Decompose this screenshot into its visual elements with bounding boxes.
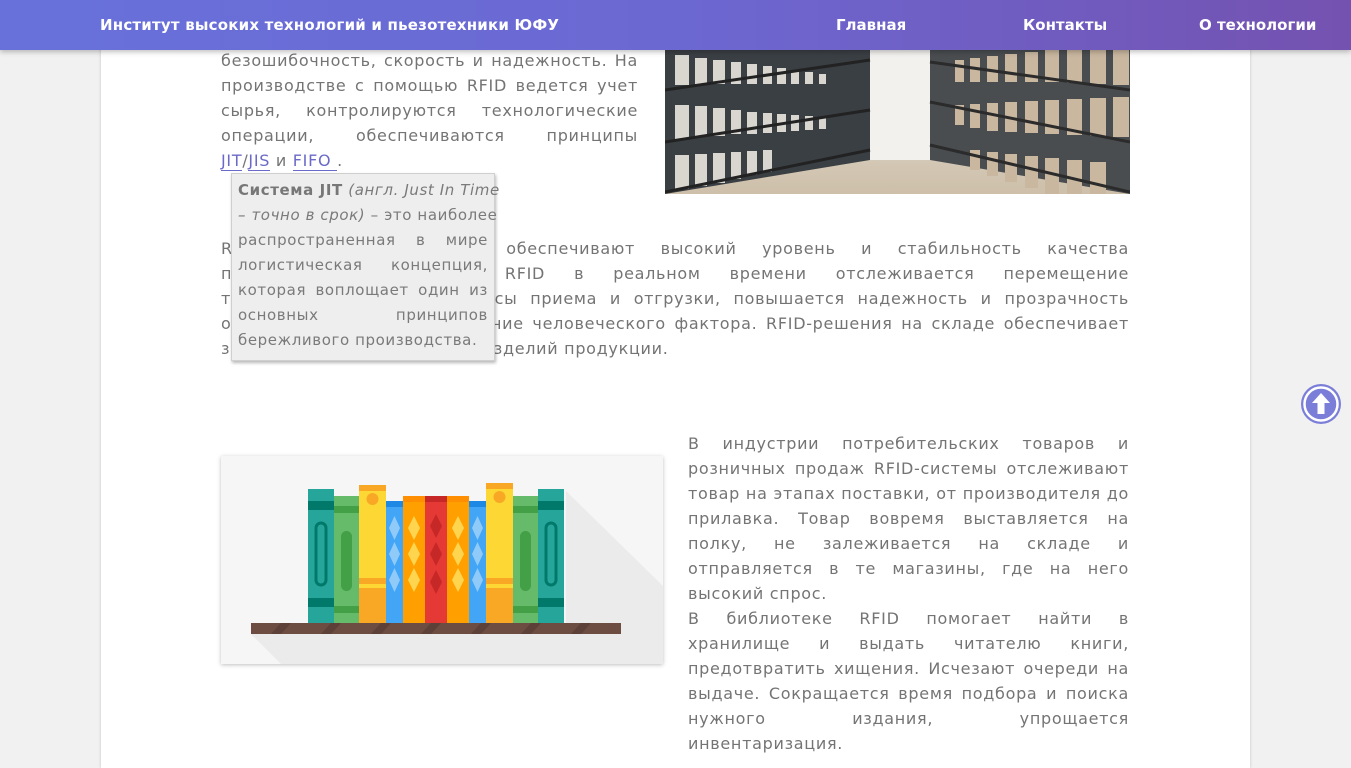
- paragraph-line: хранилище и выдать читателю книги,: [688, 634, 1129, 653]
- paragraph-line: сырья, контролируются технологические: [221, 101, 638, 120]
- paragraph-line: полку, не залеживается на складе и: [688, 534, 1129, 553]
- tooltip-line: распространенная в мире: [238, 231, 488, 249]
- jis-link[interactable]: JIS: [248, 151, 271, 171]
- paragraph-line: инвентаризация.: [688, 734, 844, 753]
- nav-home[interactable]: Главная: [836, 16, 906, 34]
- paragraph-line: В индустрии потребительских товаров и: [688, 434, 1129, 453]
- tooltip-line: бережливого производства.: [238, 331, 478, 349]
- warehouse-shelves-image: [665, 50, 1130, 194]
- jit-tooltip: Система JIT (англ. Just In Time – точно …: [231, 173, 499, 361]
- paragraph-line: высокий спрос.: [688, 584, 828, 603]
- paragraph-line: В библиотеке RFID помогает найти в: [688, 609, 1129, 628]
- top-navbar: Институт высоких технологий и пьезотехни…: [0, 0, 1351, 50]
- tooltip-line: логистическая концепция,: [238, 256, 488, 274]
- paragraph-line: JIT/JIS и FIFO .: [221, 148, 638, 173]
- books-illustration: [221, 456, 663, 664]
- paragraph-line: отправляется в те магазины, где на него: [688, 559, 1129, 578]
- fifo-link[interactable]: FIFO: [292, 151, 338, 171]
- tooltip-term: Система JIT: [238, 181, 343, 199]
- paragraph-line: производстве с помощью RFID ведется учет: [221, 76, 638, 95]
- tooltip-italic: (англ. Just In Time: [348, 181, 500, 199]
- tooltip-line: основных принципов: [238, 306, 488, 324]
- paragraph-line: розничных продаж RFID-системы отслеживаю…: [688, 459, 1129, 478]
- paragraph-line: операции, обеспечиваются принципы: [221, 126, 638, 145]
- retail-paragraph: В индустрии потребительских товаров и ро…: [688, 431, 1129, 606]
- library-paragraph: В библиотеке RFID помогает найти в храни…: [688, 606, 1129, 756]
- paragraph-line: предотвратить хищения. Исчезают очереди …: [688, 659, 1129, 678]
- scroll-to-top-button[interactable]: [1301, 384, 1341, 424]
- production-paragraph: безошибочность, скорость и надежность. Н…: [221, 48, 638, 173]
- and-text: и: [270, 151, 293, 170]
- paragraph-line: безошибочность, скорость и надежность. Н…: [221, 51, 638, 70]
- paragraph-line: прилавка. Товар вовремя выставляется на: [688, 509, 1129, 528]
- tooltip-text: – это наиболее: [365, 206, 498, 224]
- arrow-up-circle-icon: [1303, 386, 1339, 422]
- nav-contacts[interactable]: Контакты: [1023, 16, 1107, 34]
- paragraph-line: товар на этапах поставки, от производите…: [688, 484, 1129, 503]
- paragraph-line: нужного издания, упрощается: [688, 709, 1129, 728]
- paragraph-line: выдаче. Сокращается время подбора и поис…: [688, 684, 1129, 703]
- nav-about-technology[interactable]: О технологии: [1199, 16, 1316, 34]
- site-title[interactable]: Институт высоких технологий и пьезотехни…: [100, 16, 559, 34]
- tooltip-line: которая воплощает один из: [238, 281, 488, 299]
- period-text: .: [337, 151, 343, 170]
- tooltip-italic: – точно в срок): [238, 206, 366, 224]
- tooltip-line: – точно в срок) – это наиболее: [238, 203, 497, 228]
- tooltip-line: Система JIT (англ. Just In Time: [238, 178, 499, 203]
- jit-link[interactable]: JIT: [221, 151, 243, 171]
